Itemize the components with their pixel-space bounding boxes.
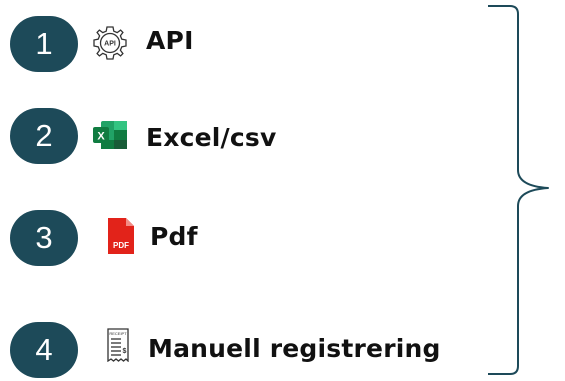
receipt-icon-header: RECEIPT <box>109 331 127 336</box>
api-gear-icon: API <box>93 26 127 60</box>
step-label-excel: Excel/csv <box>146 123 277 152</box>
step-row-pdf: 3 PDF Pdf <box>0 208 500 268</box>
excel-icon-letter: X <box>97 131 105 143</box>
step-number: 4 <box>35 332 53 367</box>
receipt-icon: RECEIPT $ <box>107 328 129 362</box>
step-number: 2 <box>35 118 53 153</box>
step-label-manual: Manuell registrering <box>148 334 441 363</box>
receipt-icon-currency: $ <box>123 348 127 355</box>
step-label-api: API <box>146 26 194 55</box>
step-number-badge: 1 <box>10 16 78 72</box>
step-number-badge: 3 <box>10 210 78 266</box>
step-label-pdf: Pdf <box>150 222 198 251</box>
api-icon-text: API <box>104 41 116 48</box>
step-number-badge: 2 <box>10 108 78 164</box>
pdf-icon-text: PDF <box>113 241 129 250</box>
step-row-excel: 2 X Excel/csv <box>0 106 500 166</box>
pdf-icon: PDF <box>108 218 134 254</box>
excel-icon: X <box>93 121 127 149</box>
step-number: 3 <box>35 220 53 255</box>
step-number-badge: 4 <box>10 322 78 378</box>
grouping-brace <box>488 5 549 375</box>
step-number: 1 <box>35 26 53 61</box>
step-row-api: 1 API API <box>0 14 500 74</box>
step-row-manual: 4 RECEIPT $ Manuell registrering <box>0 320 500 380</box>
